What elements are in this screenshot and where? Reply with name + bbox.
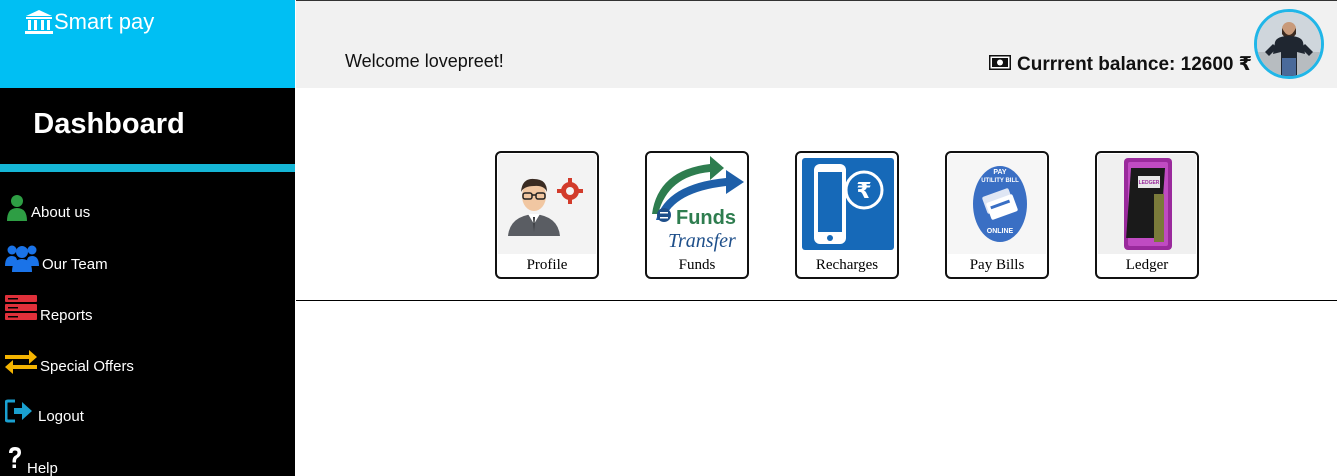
money-icon [988, 54, 1012, 76]
tile-label: Pay Bills [969, 257, 1025, 273]
welcome-message: Welcome lovepreet! [345, 51, 504, 71]
sidebar-item-special-offers[interactable]: Special Offers [0, 344, 295, 384]
server-icon [5, 295, 37, 326]
top-bar: Welcome lovepreet! Currrent balance: 126… [296, 0, 1337, 88]
tile-label: Funds [678, 257, 716, 273]
sidebar-item-label: Help [27, 460, 58, 476]
svg-text:₹: ₹ [856, 179, 871, 204]
ledger-icon: LEDGER [1098, 154, 1196, 254]
avatar-photo [1257, 12, 1321, 76]
balance-text: Currrent balance: 12600 ₹ [1017, 54, 1252, 75]
sidebar-item-label: About us [31, 204, 91, 221]
avatar[interactable] [1254, 9, 1324, 79]
sidebar-item-reports[interactable]: Reports [0, 293, 295, 333]
sidebar-title: Dashboard [33, 108, 185, 140]
users-icon [5, 242, 39, 279]
sidebar-title-underline [0, 164, 295, 172]
pay-bills-image-text-3: ONLINE [987, 228, 1014, 235]
question-icon [7, 446, 23, 475]
tile-label: Recharges [815, 257, 879, 273]
sidebar-item-label: Logout [38, 408, 84, 425]
tile-ledger[interactable]: LEDGER Ledger [1095, 151, 1199, 279]
pay-bills-image-text-2: UTILITY BILL [981, 178, 1019, 184]
sidebar-item-about-us[interactable]: About us [0, 192, 295, 232]
sidebar-item-logout[interactable]: Logout [0, 395, 295, 435]
tile-funds[interactable]: Funds Transfer Funds [645, 151, 749, 279]
user-icon [6, 194, 28, 227]
content-divider [296, 300, 1337, 301]
sidebar-item-label: Reports [40, 307, 93, 324]
profile-settings-icon [498, 154, 596, 254]
sidebar-item-label: Special Offers [40, 358, 134, 375]
ledger-image-text: LEDGER [1139, 180, 1160, 186]
pay-bills-icon: PAY UTILITY BILL ONLINE [948, 154, 1046, 254]
mobile-recharge-icon: ₹ [798, 154, 896, 254]
current-balance: Currrent balance: 12600 ₹ [988, 53, 1252, 76]
tile-pay-bills[interactable]: PAY UTILITY BILL ONLINE Pay Bills [945, 151, 1049, 279]
brand-name: Smart pay [54, 9, 155, 34]
sidebar-item-help[interactable]: Help [0, 446, 295, 476]
exchange-icon [5, 348, 37, 379]
funds-image-text-1: Funds [676, 207, 736, 229]
pay-bills-image-text-1: PAY [993, 169, 1007, 176]
tile-profile[interactable]: Profile [495, 151, 599, 279]
sidebar-item-label: Our Team [42, 256, 108, 273]
tile-label: Profile [526, 257, 568, 273]
sign-out-icon [4, 399, 33, 428]
tile-recharges[interactable]: ₹ Recharges [795, 151, 899, 279]
sidebar-item-our-team[interactable]: Our Team [0, 242, 295, 282]
funds-image-text-2: Transfer [668, 230, 736, 252]
tile-label: Ledger [1125, 257, 1169, 273]
bank-icon [24, 9, 54, 40]
funds-transfer-icon: Funds Transfer [648, 154, 746, 254]
brand-header[interactable]: Smart pay [0, 0, 295, 88]
sidebar: Smart pay Dashboard About us Our Team Re… [0, 0, 295, 476]
